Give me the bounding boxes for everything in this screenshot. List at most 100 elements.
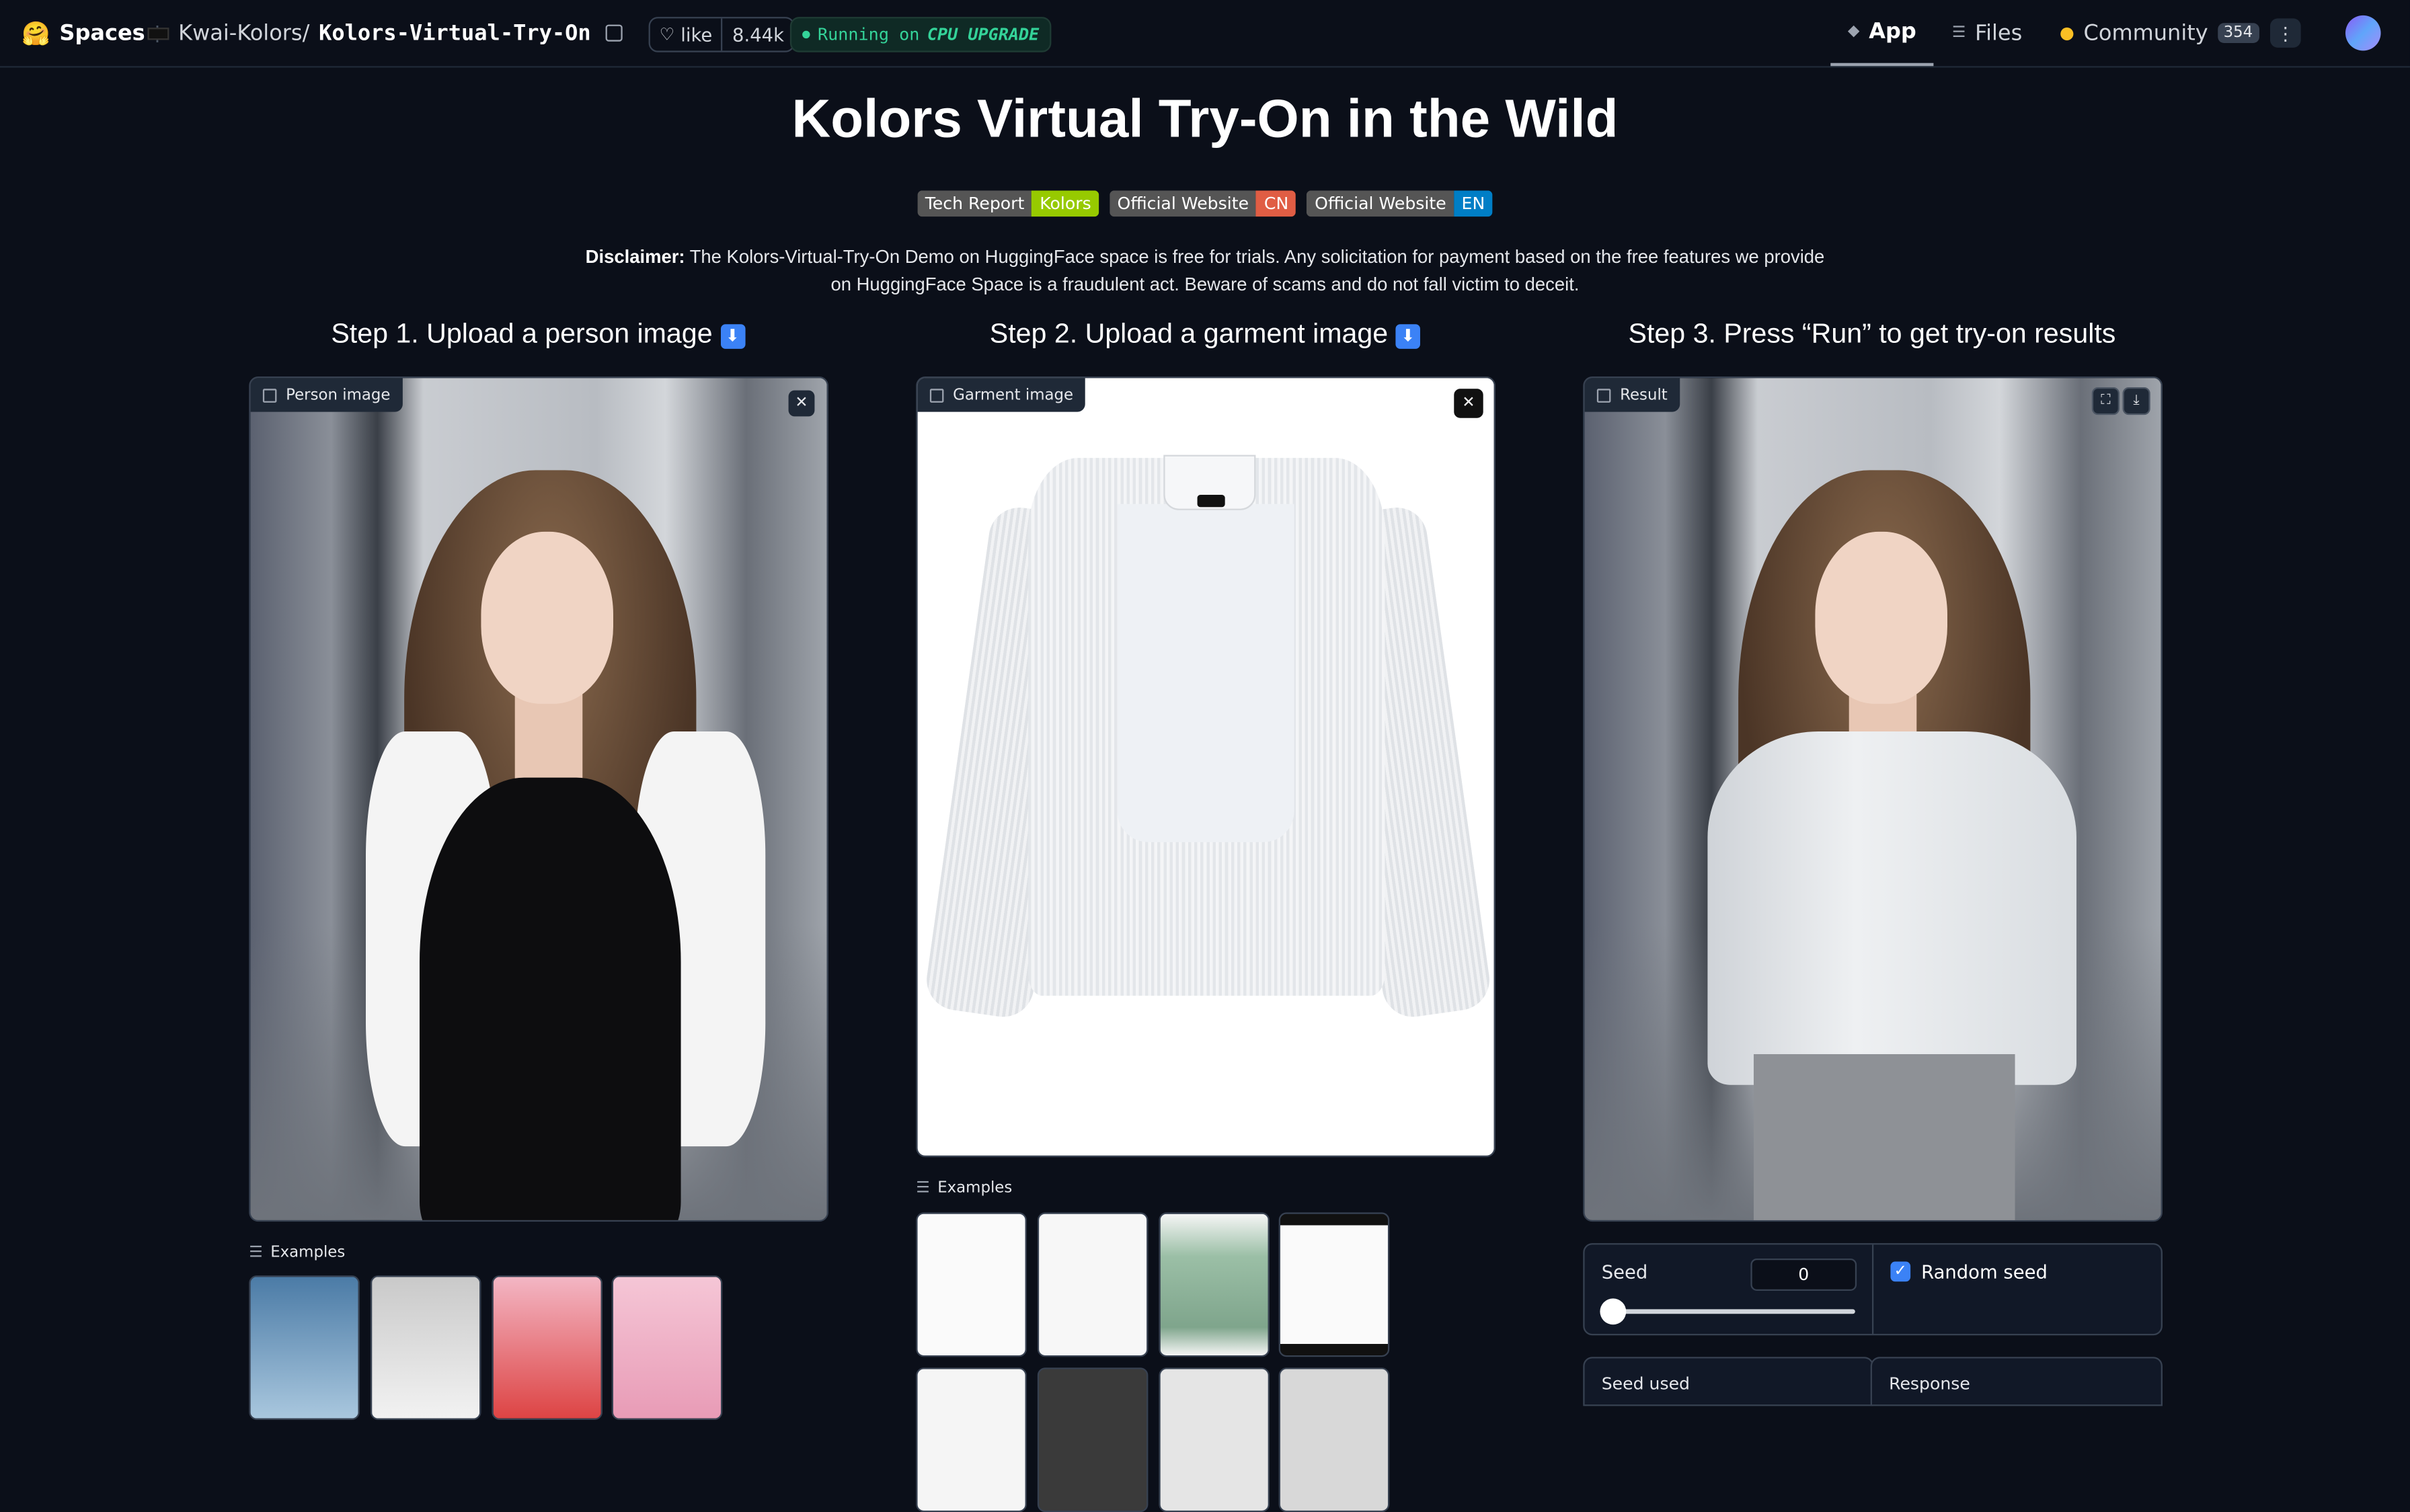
tech-report-badge[interactable]: Tech Report Kolors <box>917 190 1099 217</box>
fullscreen-icon[interactable]: ⛶ <box>2091 387 2120 415</box>
heart-icon: ♡ <box>659 24 675 45</box>
badge-left-text: Official Website <box>1307 190 1454 217</box>
step2-text: Step 2. Upload a garment image <box>989 318 1389 349</box>
result-label: Result <box>1584 378 1680 412</box>
list-icon: ☰ <box>249 1244 263 1262</box>
random-seed-label[interactable]: Random seed <box>1921 1262 2048 1283</box>
list-icon: ☰ <box>916 1180 930 1197</box>
repo-breadcrumb: Kwai-Kolors/Kolors-Virtual-Try-On <box>147 0 623 66</box>
community-icon: ● <box>2059 23 2074 43</box>
divider <box>1871 1244 1874 1334</box>
like-button[interactable]: ♡ like 8.44k <box>648 17 795 52</box>
tab-community-label: Community <box>2083 20 2208 46</box>
clear-garment-image-button[interactable]: ✕ <box>1454 389 1483 418</box>
badge-row: Tech Report Kolors Official Website CN O… <box>0 190 2410 217</box>
seed-slider-track[interactable] <box>1613 1309 1855 1314</box>
garment-bib <box>1117 504 1294 842</box>
disclaimer-text: The Kolors-Virtual-Try-On Demo on Huggin… <box>685 245 1825 295</box>
garment-example-thumb[interactable] <box>1278 1212 1390 1357</box>
person-image-upload[interactable]: Person image ✕ <box>249 376 828 1222</box>
step3-heading: Step 3. Press “Run” to get try-on result… <box>1628 318 2116 349</box>
download-icon[interactable]: ⤓ <box>2122 387 2150 415</box>
like-count[interactable]: 8.44k <box>722 18 793 51</box>
garment-example-thumb[interactable] <box>916 1212 1027 1357</box>
status-badge[interactable]: Running on CPU UPGRADE <box>789 17 1052 52</box>
person-face <box>481 531 613 704</box>
official-website-cn-badge[interactable]: Official Website CN <box>1110 190 1296 217</box>
person-example-thumb[interactable] <box>370 1275 481 1420</box>
seed-used-output: Seed used <box>1583 1357 1874 1406</box>
tab-app[interactable]: ◆ App <box>1830 0 1934 67</box>
org-link[interactable]: Kwai-Kolors/ <box>178 21 309 46</box>
image-icon <box>1596 388 1611 402</box>
status-dot-icon <box>802 30 810 39</box>
badge-left-text: Official Website <box>1110 190 1257 217</box>
status-prefix: Running on <box>817 24 920 45</box>
response-label: Response <box>1889 1374 1970 1394</box>
tab-app-label: App <box>1869 19 1916 44</box>
step1-heading: Step 1. Upload a person image ⬇ <box>249 318 826 350</box>
user-avatar[interactable] <box>2345 15 2381 51</box>
garment-example-thumb[interactable] <box>916 1367 1027 1512</box>
person-example-thumb[interactable] <box>492 1275 602 1420</box>
response-output: Response <box>1870 1357 2163 1406</box>
image-icon <box>262 388 277 402</box>
garment-example-thumb[interactable] <box>1037 1212 1149 1357</box>
badge-right-text: EN <box>1454 190 1493 217</box>
badge-right-text: CN <box>1256 190 1296 217</box>
person-image-label-text: Person image <box>286 386 391 403</box>
seed-used-label: Seed used <box>1601 1374 1690 1394</box>
step1-text: Step 1. Upload a person image <box>331 318 713 349</box>
down-arrow-icon: ⬇ <box>1395 324 1421 349</box>
garment-image-label: Garment image <box>917 378 1086 412</box>
person-example-thumb[interactable] <box>249 1275 360 1420</box>
image-icon <box>929 388 944 402</box>
examples-label-text: Examples <box>270 1244 346 1262</box>
result-face <box>1815 531 1947 704</box>
org-logo-icon <box>147 26 169 40</box>
person-dress <box>419 777 681 1220</box>
clear-person-image-button[interactable]: ✕ <box>788 390 815 417</box>
person-examples-label: ☰ Examples <box>249 1244 345 1261</box>
page-title: Kolors Virtual Try-On in the Wild <box>791 89 1619 149</box>
top-navbar: 🤗 Spaces | Kwai-Kolors/Kolors-Virtual-Tr… <box>0 0 2410 68</box>
files-icon: ☰ <box>1951 24 1966 42</box>
tab-files[interactable]: ☰ Files <box>1952 0 2022 66</box>
random-seed-checkbox[interactable]: ✓ <box>1890 1261 1911 1282</box>
garment-example-thumb[interactable] <box>1159 1367 1270 1512</box>
result-label-text: Result <box>1620 386 1668 403</box>
huggingface-logo-icon: 🤗 <box>21 19 50 47</box>
seed-controls: Seed 0 ✓ Random seed <box>1583 1243 2163 1336</box>
person-image-label: Person image <box>250 378 403 412</box>
person-example-thumb[interactable] <box>611 1275 723 1420</box>
spaces-label: Spaces <box>59 20 145 46</box>
repo-link[interactable]: Kolors-Virtual-Try-On <box>319 21 591 46</box>
app-cube-icon: ◆ <box>1847 23 1860 40</box>
tab-files-label: Files <box>1975 20 2023 46</box>
result-skirt <box>1753 1053 2015 1220</box>
step2-heading: Step 2. Upload a garment image ⬇ <box>916 318 1493 350</box>
garment-brand-label <box>1197 494 1225 508</box>
copy-icon[interactable] <box>606 24 623 42</box>
seed-slider-handle[interactable] <box>1600 1298 1627 1325</box>
garment-image-upload[interactable]: Garment image ✕ <box>916 376 1495 1158</box>
garment-example-thumb[interactable] <box>1037 1367 1149 1512</box>
garment-example-thumb[interactable] <box>1278 1367 1390 1512</box>
result-shirt <box>1707 731 2076 1085</box>
seed-label: Seed <box>1601 1261 1648 1283</box>
community-count-badge: 354 <box>2217 23 2259 43</box>
result-image: Result ⛶ ⤓ <box>1583 376 2163 1222</box>
like-label: like <box>681 24 713 46</box>
garment-example-thumb[interactable] <box>1159 1212 1270 1357</box>
official-website-en-badge[interactable]: Official Website EN <box>1307 190 1493 217</box>
badge-left-text: Tech Report <box>917 190 1032 217</box>
examples-label-text: Examples <box>937 1180 1013 1197</box>
garment-image-label-text: Garment image <box>953 386 1074 403</box>
tab-community[interactable]: ● Community 354 <box>2060 0 2259 66</box>
garment-examples-label: ☰ Examples <box>916 1180 1012 1197</box>
badge-right-text: Kolors <box>1032 190 1099 217</box>
seed-number-input[interactable]: 0 <box>1750 1258 1857 1291</box>
down-arrow-icon: ⬇ <box>720 324 745 349</box>
more-options-button[interactable]: ⋮ <box>2269 18 2301 48</box>
spaces-home-link[interactable]: 🤗 Spaces | <box>22 0 161 66</box>
